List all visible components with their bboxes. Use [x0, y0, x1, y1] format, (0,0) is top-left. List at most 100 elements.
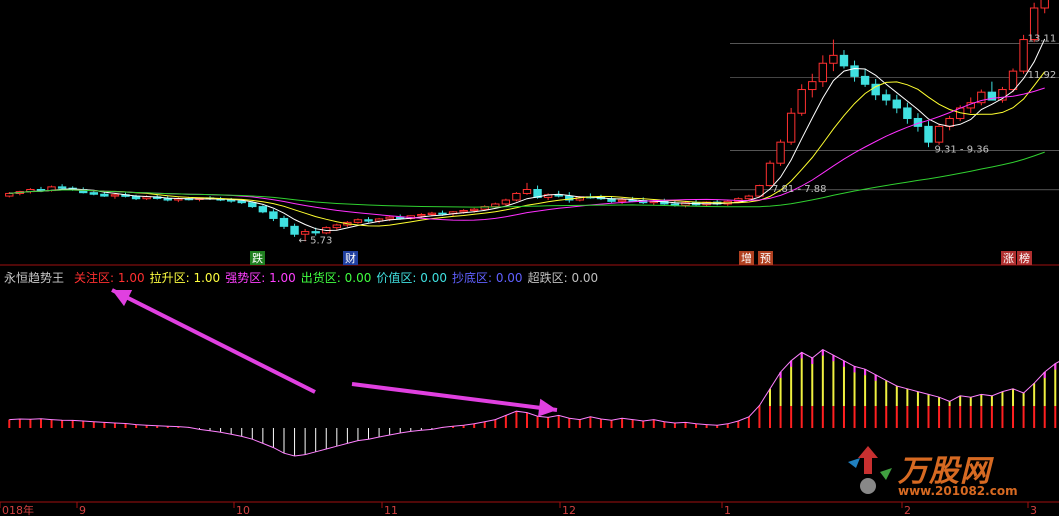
candle-body [808, 81, 817, 91]
candle-body [226, 199, 236, 202]
candle-body [36, 189, 46, 192]
candle-body [332, 224, 342, 229]
candle-body [839, 54, 849, 67]
candle-body [1040, 0, 1049, 9]
candle-body [765, 162, 775, 187]
candle-body [469, 208, 479, 212]
indicator-name: 永恒趋势王 [4, 270, 65, 285]
indicator-item-value: 0.00 [492, 270, 523, 285]
candle-body [850, 65, 859, 77]
candle-body [385, 216, 394, 220]
candle-body [438, 212, 447, 215]
candle-body [829, 54, 838, 64]
event-badge-label: 跌 [252, 251, 263, 265]
event-badge-label: 财 [345, 251, 356, 265]
candle-body [353, 219, 363, 223]
indicator-item-label: 抄底区: [451, 270, 493, 285]
price-annotation: 7.81 - 7.88 [772, 184, 827, 195]
candle-body [364, 219, 373, 222]
candle-body [300, 231, 310, 235]
candle-body [522, 189, 532, 194]
x-axis-label: 3 [1030, 504, 1037, 516]
candle-body [248, 202, 257, 208]
candle-body [945, 117, 954, 127]
annotation-arrow [351, 382, 558, 412]
candle-body [882, 94, 891, 101]
event-badge-label: 榜 [1019, 251, 1030, 265]
candle-body [744, 195, 754, 200]
candle-body [459, 210, 468, 213]
indicator-item-label: 拉升区: [149, 270, 190, 285]
candle-body [57, 186, 67, 189]
candle-body [903, 107, 912, 119]
watermark-url: www.201082.com [898, 484, 1018, 498]
indicator-item-label: 价值区: [376, 270, 417, 285]
event-badge-label: 增 [741, 251, 752, 265]
candle-body [100, 193, 109, 197]
indicator-item: 强势区: 1.00 [225, 269, 296, 286]
candle-body [89, 192, 99, 195]
candle-body [501, 199, 511, 205]
price-annotation: ← 5.73 [299, 235, 333, 246]
x-axis-label: 10 [236, 504, 250, 516]
candle-body [670, 203, 680, 206]
x-axis-label: 12 [562, 504, 576, 516]
candle-body [797, 89, 806, 114]
candle-body [892, 99, 901, 109]
watermark-logo: 万股网 www.201082.com [840, 440, 1040, 500]
candle-body [417, 213, 426, 217]
candle-body [142, 196, 151, 200]
x-axis-label: 018年 [2, 503, 34, 516]
stock-chart: ← 5.73 7.81 - 7.88 9.31 - 9.36 11.92 - 12.3… [0, 0, 1059, 516]
candle-body [934, 125, 944, 143]
indicator-item: 拉升区: 1.00 [150, 269, 221, 286]
indicator-item: 出货区: 0.00 [301, 269, 372, 286]
candle-body [776, 141, 785, 164]
candle-body [427, 212, 437, 215]
candle-body [491, 203, 500, 208]
indicator-legend: 永恒趋势王 关注区: 1.00 拉升区: 1.00 强势区: 1.00 出货区: 0.… [4, 268, 598, 286]
indicator-item-value: 1.00 [189, 270, 221, 285]
candle-body [924, 125, 933, 143]
x-axis-label: 2 [904, 504, 911, 516]
indicator-item-value: 0.00 [567, 270, 599, 285]
price-annotation: 13.11 - 13.58 [1028, 34, 1059, 45]
indicator-item-value: 0.00 [340, 270, 372, 285]
indicator-item-value: 0.00 [416, 270, 447, 285]
indicator-item-label: 关注区: [74, 270, 115, 285]
indicator-item-label: 出货区: [300, 270, 341, 285]
candle-body [512, 192, 521, 201]
candle-body [279, 217, 289, 227]
candle-body [786, 112, 796, 143]
indicator-item: 抄底区: 0.00 [452, 269, 523, 286]
indicator-item-label: 强势区: [225, 270, 266, 285]
indicator-items: 关注区: 1.00 拉升区: 1.00 强势区: 1.00 出货区: 0.00 价值区:… [74, 269, 598, 286]
candle-body [110, 194, 120, 197]
candle-body [311, 231, 320, 234]
x-axis-label: 1 [724, 504, 731, 516]
candle-body [860, 75, 870, 85]
annotation-arrow [111, 288, 316, 394]
candle-body [1019, 39, 1028, 72]
x-axis-label: 9 [79, 504, 86, 516]
event-badge-label: 预 [760, 252, 771, 265]
candle-body [269, 211, 278, 219]
indicator-item: 价值区: 0.00 [376, 269, 447, 286]
candle-body [258, 206, 268, 213]
indicator-item: 超跌区: 0.00 [528, 269, 599, 286]
event-badge-label: 涨 [1003, 252, 1014, 265]
candle-body [1008, 70, 1018, 91]
candle-body [5, 192, 14, 197]
indicator-item-value: 1.00 [265, 270, 296, 285]
candle-body [290, 225, 299, 235]
indicator-item-value: 1.00 [114, 270, 145, 285]
x-axis-label: 11 [384, 504, 398, 516]
price-annotation: 9.31 - 9.36 [934, 144, 989, 155]
candle-body [617, 199, 627, 202]
candle-body [818, 62, 828, 83]
bull-logo-icon [848, 446, 892, 494]
candle-body [237, 200, 246, 204]
indicator-item-label: 超跌区: [527, 270, 568, 285]
indicator-item: 关注区: 1.00 [74, 269, 145, 286]
price-annotation: 11.92 - 12.30 [1028, 70, 1059, 81]
